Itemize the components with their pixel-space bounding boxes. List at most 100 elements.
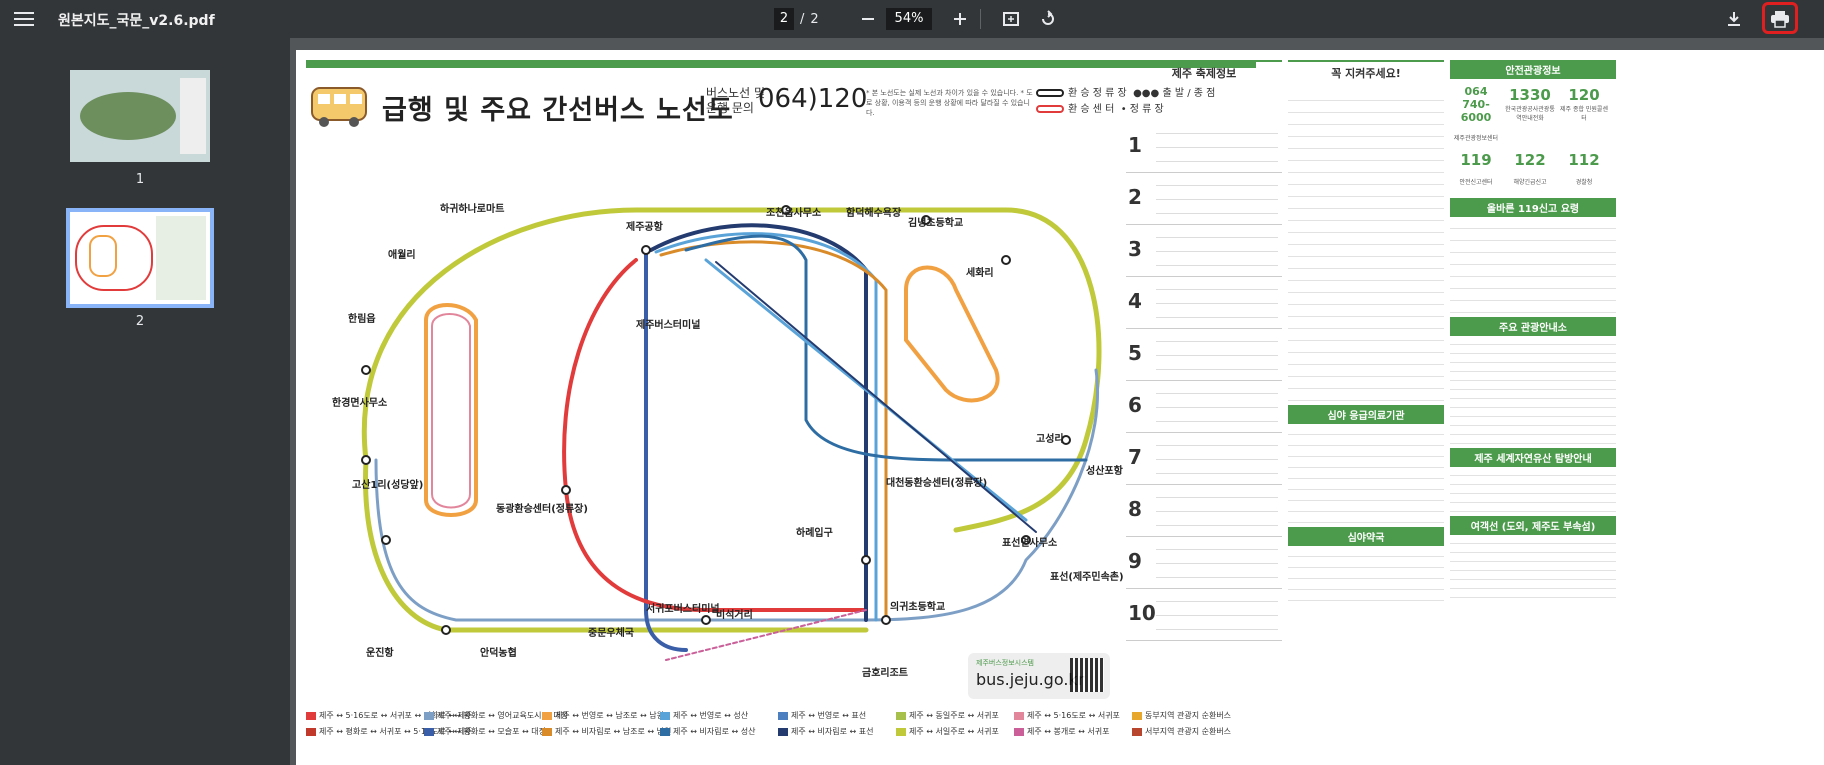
tips-title: 올바른 119신고 요령 [1450, 198, 1616, 217]
table-row [1288, 233, 1444, 245]
rules-list [1288, 89, 1444, 401]
safety-number-caption: 제주 종합 민원콜센터 [1560, 106, 1608, 122]
website-url[interactable]: bus.jeju.go.kr [976, 670, 1084, 689]
festival-month-row: 6 [1126, 381, 1282, 433]
festival-month-number: 10 [1128, 601, 1156, 625]
route-legend-text: 제주 ↔ 비자림로 ↔ 표선 [791, 727, 874, 736]
heritage-table [1450, 467, 1616, 512]
rotate-button[interactable] [1036, 7, 1060, 31]
map-title: 급행 및 주요 간선버스 노선도 [382, 95, 734, 126]
safety-number: 112 [1568, 151, 1600, 169]
table-row [1450, 426, 1616, 435]
safety-number-item: 120 제주 종합 민원콜센터 [1558, 85, 1612, 124]
table-row [1450, 503, 1616, 512]
table-row [1288, 377, 1444, 389]
route-legend-item: 제주 ↔ 번영로 ↔ 표선 [778, 710, 866, 721]
route-legend-item: 제주 ↔ 봉개로 ↔ 서귀포 [1014, 726, 1109, 737]
festival-month-row: 9 [1126, 537, 1282, 589]
station-label: 조천읍사무소 [766, 208, 822, 219]
inquiry-phone: 064)120 [758, 84, 868, 114]
print-highlight-box [1762, 2, 1798, 34]
festival-entry-line [1156, 525, 1278, 526]
festival-entry-line [1156, 355, 1278, 356]
table-row [1450, 485, 1616, 494]
legend-transfer-stop: 환 승 정 류 장 [1068, 88, 1127, 99]
pharmacy-title: 심야약국 [1288, 527, 1444, 546]
table-row [1450, 241, 1616, 253]
festival-entry-line [1156, 199, 1278, 200]
festival-entry-line [1156, 549, 1278, 550]
festival-entry-line [1156, 289, 1278, 290]
station-label: 고성리 [1036, 434, 1064, 445]
station-label: 안덕농협 [480, 648, 517, 659]
station-label: 하귀하나로마트 [440, 204, 505, 215]
route-legend-text: 제주 ↔ 비자림로 ↔ 남조로 ↔ 남원 [555, 727, 672, 736]
table-row [1450, 277, 1616, 289]
document-title: 원본지도_국문_v2.6.pdf [58, 13, 215, 29]
zoom-out-button[interactable] [856, 7, 880, 31]
table-row [1288, 245, 1444, 257]
station-label: 제주버스터미널 [636, 320, 701, 331]
table-row [1288, 305, 1444, 317]
route-color-chip [1132, 727, 1142, 736]
inquiry-label: 버스노선 및 운행 문의 [706, 86, 766, 115]
route-legend-text: 서부지역 관광지 순환버스 [1145, 727, 1232, 736]
station-label: 한림읍 [348, 314, 376, 325]
station-label: 애월리 [388, 250, 416, 261]
thumbnail-sidebar: 1 2 [0, 38, 290, 765]
page-thumbnail-1[interactable]: 1 [70, 70, 210, 187]
route-legend-item: 제주 ↔ 비자림로 ↔ 표선 [778, 726, 873, 737]
festival-entry-line [1156, 497, 1278, 498]
zoom-level-input[interactable]: 54% [886, 8, 932, 30]
route-legend-text: 제주 ↔ 서일주로 ↔ 서귀포 [909, 727, 999, 736]
table-row [1288, 468, 1444, 479]
table-row [1450, 229, 1616, 241]
route-color-chip [660, 727, 670, 736]
festival-entry-line [1156, 473, 1278, 474]
table-row [1450, 301, 1616, 313]
hospital-table [1288, 424, 1444, 523]
table-row [1288, 389, 1444, 401]
page-thumbnail-2[interactable]: 2 [66, 208, 214, 329]
festival-month-number: 8 [1128, 497, 1142, 521]
table-row [1288, 293, 1444, 305]
festival-month-row: 7 [1126, 433, 1282, 485]
festival-month-number: 2 [1128, 185, 1142, 209]
route-legend-text: 동부지역 관광지 순환버스 [1145, 711, 1232, 720]
festival-month-row: 3 [1126, 225, 1282, 277]
festival-entry-line [1156, 265, 1278, 266]
table-row [1450, 390, 1616, 399]
table-row [1288, 365, 1444, 377]
menu-icon[interactable] [12, 9, 36, 29]
station-label: 금호리조트 [862, 668, 908, 679]
safety-number-item: 1330 한국관광공사관광통역안내전화 [1504, 85, 1558, 124]
festival-entry-line [1156, 161, 1278, 162]
festival-entry-line [1156, 511, 1278, 512]
table-row [1288, 209, 1444, 221]
safety-number-caption: 한국관광공사관광통역안내전화 [1505, 106, 1555, 122]
download-button[interactable] [1722, 7, 1746, 31]
document-viewer[interactable]: 급행 및 주요 간선버스 노선도 버스노선 및 운행 문의 064)120 * … [290, 38, 1824, 765]
fit-page-button[interactable] [999, 7, 1023, 31]
toolbar-divider [980, 9, 981, 29]
route-legend-item: 제주 ↔ 평화로 ↔ 모슬포 ↔ 대정 [424, 726, 546, 737]
station-label: 의귀초등학교 [890, 602, 946, 613]
safety-number-caption: 안전신고센터 [1459, 179, 1493, 186]
table-row [1450, 354, 1616, 363]
festival-entry-line [1156, 213, 1278, 214]
safety-number: 122 [1514, 151, 1546, 169]
table-row [1288, 353, 1444, 365]
page-total: 2 [810, 11, 819, 27]
table-row [1450, 399, 1616, 408]
zoom-in-button[interactable] [948, 7, 972, 31]
table-row [1288, 149, 1444, 161]
route-color-chip [306, 727, 316, 736]
festival-month-row: 2 [1126, 173, 1282, 225]
table-row [1450, 336, 1616, 345]
festival-entry-line [1156, 393, 1278, 394]
table-row [1288, 125, 1444, 137]
table-row [1288, 281, 1444, 293]
page-number-input[interactable]: 2 [774, 8, 794, 30]
table-row [1288, 546, 1444, 557]
route-color-chip [306, 711, 316, 720]
